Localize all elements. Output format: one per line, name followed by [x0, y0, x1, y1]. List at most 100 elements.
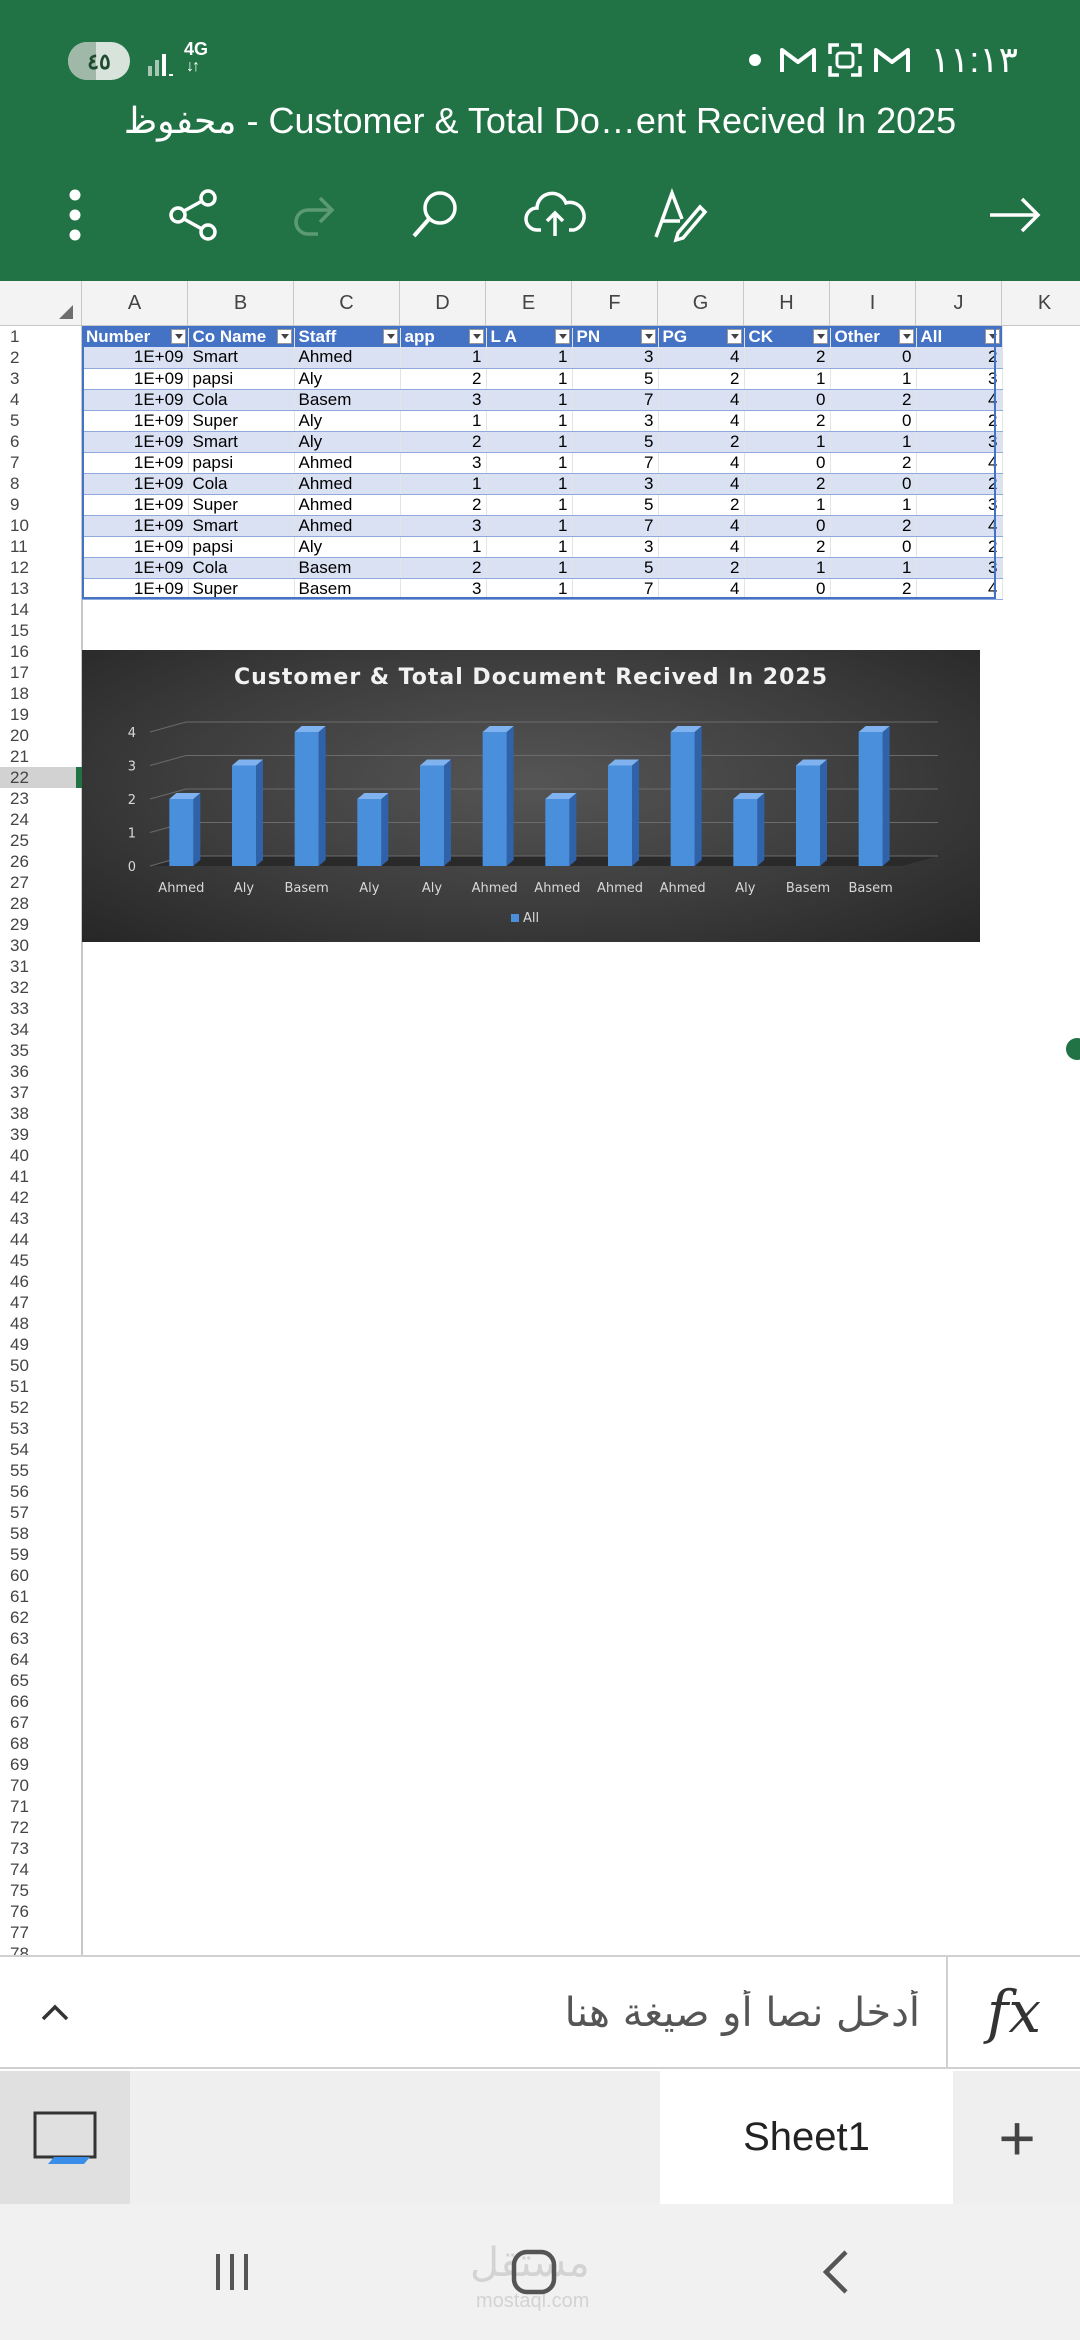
- table-cell[interactable]: 5: [572, 431, 659, 453]
- table-cell[interactable]: 1: [830, 557, 917, 579]
- table-cell[interactable]: Aly: [294, 431, 401, 453]
- table-cell[interactable]: 1: [744, 368, 831, 390]
- row-header[interactable]: 23: [0, 788, 82, 809]
- table-header-cell[interactable]: Number: [82, 326, 189, 347]
- row-header[interactable]: 67: [0, 1712, 82, 1733]
- column-header-i[interactable]: I: [830, 281, 916, 326]
- table-cell[interactable]: Basem: [294, 557, 401, 579]
- row-header[interactable]: 28: [0, 893, 82, 914]
- table-cell[interactable]: 3: [916, 368, 1003, 390]
- row-header[interactable]: 70: [0, 1775, 82, 1796]
- document-title[interactable]: محفوظ - Customer & Total Do…ent Recived …: [0, 100, 1080, 142]
- table-cell[interactable]: 1: [486, 389, 573, 411]
- row-header[interactable]: 5: [0, 410, 82, 431]
- row-header[interactable]: 64: [0, 1649, 82, 1670]
- table-header-cell[interactable]: L A: [486, 326, 573, 347]
- row-header[interactable]: 71: [0, 1796, 82, 1817]
- row-header[interactable]: 32: [0, 977, 82, 998]
- table-cell[interactable]: 0: [830, 536, 917, 558]
- table-cell[interactable]: 4: [658, 452, 745, 474]
- table-cell[interactable]: 2: [830, 515, 917, 537]
- table-cell[interactable]: 7: [572, 452, 659, 474]
- table-cell[interactable]: Cola: [188, 557, 295, 579]
- row-header[interactable]: 57: [0, 1502, 82, 1523]
- table-cell[interactable]: 1E+09: [82, 431, 189, 453]
- row-header[interactable]: 25: [0, 830, 82, 851]
- column-header-e[interactable]: E: [486, 281, 572, 326]
- table-cell[interactable]: 1E+09: [82, 368, 189, 390]
- table-cell[interactable]: 2: [830, 389, 917, 411]
- table-cell[interactable]: Smart: [188, 431, 295, 453]
- row-header[interactable]: 59: [0, 1544, 82, 1565]
- table-cell[interactable]: 1: [486, 578, 573, 600]
- table-cell[interactable]: 2: [744, 410, 831, 432]
- table-header-cell[interactable]: CK: [744, 326, 831, 347]
- tab-sheet1[interactable]: Sheet1: [660, 2071, 953, 2204]
- row-header[interactable]: 48: [0, 1313, 82, 1334]
- table-cell[interactable]: 2: [744, 536, 831, 558]
- table-cell[interactable]: 2: [400, 431, 487, 453]
- table-cell[interactable]: 0: [830, 473, 917, 495]
- table-cell[interactable]: 1: [486, 557, 573, 579]
- table-cell[interactable]: 1: [486, 431, 573, 453]
- table-cell[interactable]: papsi: [188, 536, 295, 558]
- column-header-g[interactable]: G: [658, 281, 744, 326]
- row-header[interactable]: 14: [0, 599, 82, 620]
- table-cell[interactable]: 1E+09: [82, 578, 189, 600]
- table-cell[interactable]: 1: [486, 347, 573, 369]
- table-cell[interactable]: 4: [658, 536, 745, 558]
- table-cell[interactable]: 3: [400, 578, 487, 600]
- row-header[interactable]: 20: [0, 725, 82, 746]
- filter-dropdown-icon[interactable]: [382, 329, 398, 344]
- table-cell[interactable]: 1: [400, 410, 487, 432]
- row-header[interactable]: 40: [0, 1145, 82, 1166]
- row-header[interactable]: 13: [0, 578, 82, 599]
- table-cell[interactable]: Smart: [188, 347, 295, 369]
- row-header[interactable]: 1: [0, 326, 82, 347]
- table-cell[interactable]: 1: [744, 431, 831, 453]
- table-cell[interactable]: Ahmed: [294, 515, 401, 537]
- table-cell[interactable]: 1: [400, 347, 487, 369]
- row-header[interactable]: 66: [0, 1691, 82, 1712]
- table-cell[interactable]: Aly: [294, 536, 401, 558]
- cloud-upload-icon[interactable]: [520, 180, 590, 250]
- table-cell[interactable]: 1: [486, 494, 573, 516]
- filter-dropdown-icon[interactable]: [170, 329, 186, 344]
- row-header[interactable]: 61: [0, 1586, 82, 1607]
- table-header-cell[interactable]: Co Name: [188, 326, 295, 347]
- share-icon[interactable]: [158, 180, 228, 250]
- table-cell[interactable]: 5: [572, 368, 659, 390]
- row-header[interactable]: 53: [0, 1418, 82, 1439]
- formula-input[interactable]: [120, 1985, 920, 2041]
- column-header-h[interactable]: H: [744, 281, 830, 326]
- row-header[interactable]: 36: [0, 1061, 82, 1082]
- filter-dropdown-icon[interactable]: [726, 329, 742, 344]
- row-header[interactable]: 45: [0, 1250, 82, 1271]
- table-cell[interactable]: 2: [916, 347, 1003, 369]
- table-cell[interactable]: Super: [188, 410, 295, 432]
- table-cell[interactable]: 2: [830, 578, 917, 600]
- filter-dropdown-icon[interactable]: [276, 329, 292, 344]
- row-header[interactable]: 65: [0, 1670, 82, 1691]
- table-cell[interactable]: 2: [744, 473, 831, 495]
- table-cell[interactable]: 3: [916, 431, 1003, 453]
- table-cell[interactable]: 1: [486, 368, 573, 390]
- table-cell[interactable]: Ahmed: [294, 347, 401, 369]
- table-cell[interactable]: 1E+09: [82, 347, 189, 369]
- insert-function-button[interactable]: fx: [946, 1957, 1080, 2067]
- table-cell[interactable]: 1: [744, 494, 831, 516]
- table-cell[interactable]: 2: [744, 347, 831, 369]
- table-cell[interactable]: 7: [572, 578, 659, 600]
- row-header[interactable]: 55: [0, 1460, 82, 1481]
- row-header[interactable]: 2: [0, 347, 82, 368]
- table-cell[interactable]: Super: [188, 494, 295, 516]
- row-header[interactable]: 31: [0, 956, 82, 977]
- table-cell[interactable]: 0: [744, 389, 831, 411]
- table-cell[interactable]: 2: [916, 473, 1003, 495]
- table-cell[interactable]: 2: [400, 368, 487, 390]
- table-cell[interactable]: 0: [744, 578, 831, 600]
- row-header[interactable]: 39: [0, 1124, 82, 1145]
- table-cell[interactable]: 3: [400, 389, 487, 411]
- row-header[interactable]: 3: [0, 368, 82, 389]
- table-cell[interactable]: 3: [572, 347, 659, 369]
